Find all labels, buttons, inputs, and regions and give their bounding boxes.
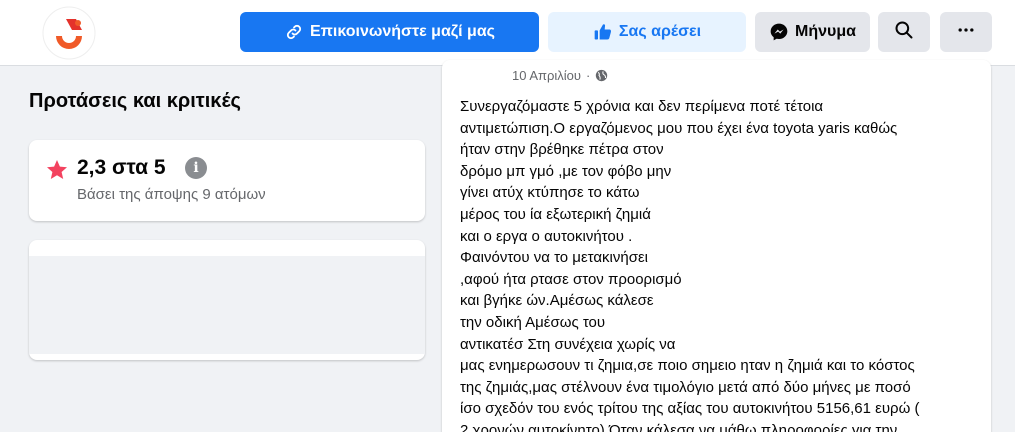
like-button-label: Σας αρέσει — [618, 23, 702, 40]
message-button[interactable]: Μήνυμα — [755, 12, 870, 52]
info-icon[interactable]: i — [185, 157, 207, 179]
contact-button[interactable]: Επικοινωνήστε μαζί μας — [240, 12, 539, 52]
review-post: 10 Απριλίου · Συνεργαζόμαστε 5 χρόνια κα… — [442, 60, 991, 432]
more-button[interactable] — [940, 12, 992, 52]
thumbs-up-icon — [593, 22, 613, 42]
logo-mark — [42, 6, 96, 60]
message-button-label: Μήνυμα — [795, 23, 856, 40]
meta-separator: · — [586, 68, 591, 83]
contact-button-label: Επικοινωνήστε μαζί μας — [309, 23, 495, 40]
search-icon — [894, 20, 914, 45]
rating-value: 2,3 στα 5 — [77, 156, 166, 179]
post-meta: 10 Απριλίου · — [512, 68, 608, 83]
star-icon — [45, 158, 69, 182]
more-icon — [956, 20, 976, 45]
link-icon — [284, 22, 304, 42]
reviews-section-title: Προτάσεις και κριτικές — [29, 90, 241, 112]
post-text: Συνεργαζόμαστε 5 χρόνια και δεν περίμενα… — [460, 98, 920, 432]
recommendations-card — [29, 240, 425, 360]
messenger-icon — [769, 22, 789, 42]
search-button[interactable] — [878, 12, 930, 52]
like-button[interactable]: Σας αρέσει — [548, 12, 746, 52]
globe-icon — [595, 69, 608, 82]
page-header: Επικοινωνήστε μαζί μας Σας αρέσει Μήνυμα — [0, 0, 1015, 66]
page-logo[interactable] — [42, 6, 96, 60]
rating-card: 2,3 στα 5 i Βάσει της άποψης 9 ατόμων — [29, 140, 425, 221]
post-date[interactable]: 10 Απριλίου — [512, 68, 581, 83]
card-placeholder — [29, 256, 425, 354]
rating-subtitle: Βάσει της άποψης 9 ατόμων — [77, 186, 266, 203]
